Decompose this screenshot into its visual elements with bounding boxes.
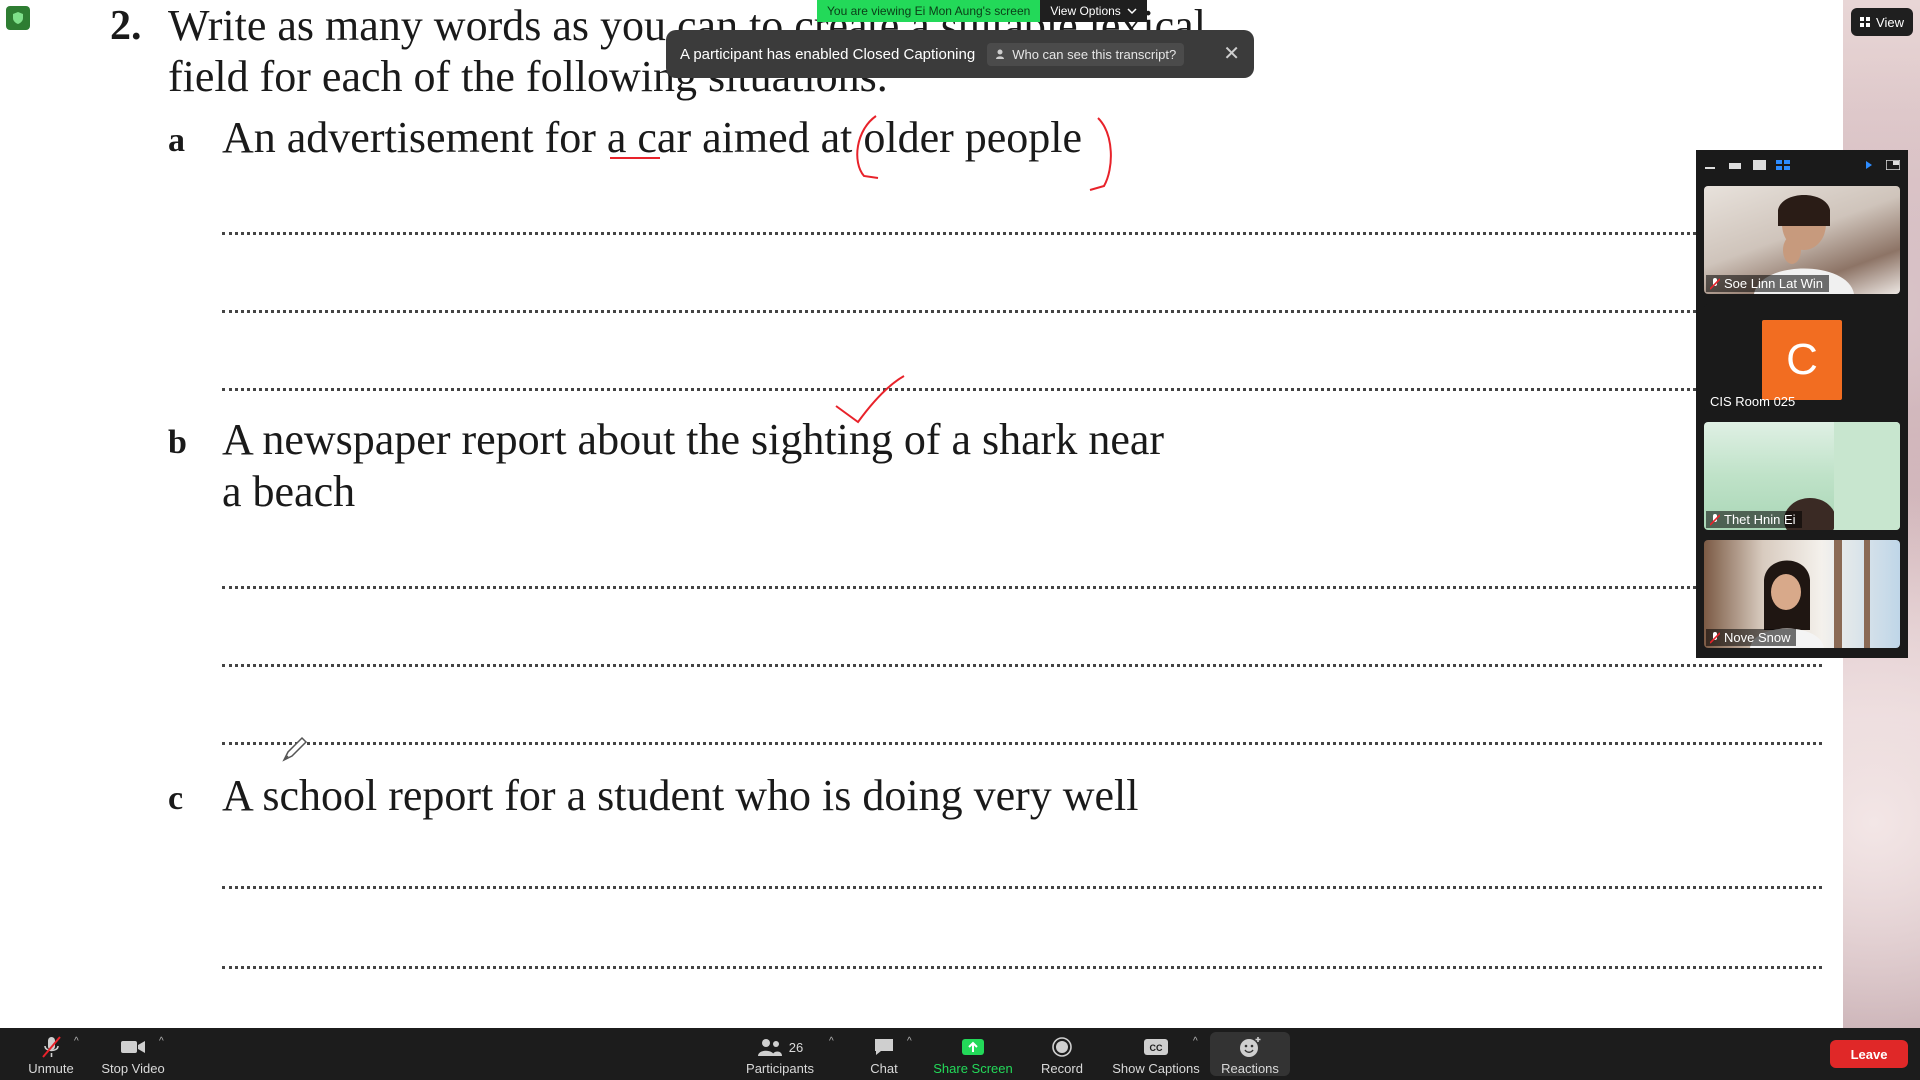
mic-muted-icon (1710, 513, 1720, 526)
record-button[interactable]: Record (1036, 1032, 1088, 1076)
mic-muted-icon (1710, 277, 1720, 290)
shared-screen: 2. Write as many words as you can to cre… (0, 0, 1843, 1028)
pop-out-icon[interactable] (1886, 160, 1900, 170)
participant-name-tag: CIS Room 025 (1706, 393, 1801, 410)
record-icon (1052, 1037, 1072, 1057)
stop-video-label: Stop Video (101, 1061, 165, 1076)
viewing-banner: You are viewing Ei Mon Aung's screen Vie… (817, 0, 1147, 22)
gallery-view-icon[interactable] (1776, 160, 1790, 170)
meeting-toolbar: Unmute ^ Stop Video ^ 26 Participants ^ … (0, 1028, 1920, 1080)
caption-toast-message: A participant has enabled Closed Caption… (680, 45, 976, 63)
answer-line (222, 310, 1696, 313)
share-screen-icon (962, 1039, 984, 1055)
view-options-label: View Options (1050, 4, 1121, 18)
mic-muted-icon (42, 1036, 61, 1058)
pen-cursor-icon (282, 736, 308, 762)
participant-name-tag: Nove Snow (1706, 629, 1797, 646)
question-number: 2. (110, 3, 142, 49)
participants-options-caret[interactable]: ^ (829, 1036, 834, 1047)
answer-line (222, 742, 1822, 745)
person-lock-icon (996, 49, 1005, 59)
participant-tile[interactable]: Thet Hnin Ei (1704, 422, 1900, 530)
chat-options-caret[interactable]: ^ (907, 1036, 912, 1047)
answer-line (222, 966, 1822, 969)
video-gallery-panel: Soe Linn Lat Win C CIS Room 025 Thet Hni… (1696, 150, 1908, 658)
chat-label: Chat (870, 1061, 898, 1076)
stop-video-button[interactable]: Stop Video (98, 1032, 168, 1076)
participant-name: CIS Room 025 (1710, 394, 1796, 409)
share-screen-label: Share Screen (933, 1061, 1013, 1076)
reactions-label: Reactions (1221, 1061, 1279, 1076)
unmute-label: Unmute (28, 1061, 74, 1076)
item-b-line-2: a beach (222, 467, 356, 516)
answer-line (222, 886, 1822, 889)
item-b-letter: b (168, 424, 187, 461)
participants-label: Participants (746, 1061, 814, 1076)
unmute-button[interactable]: Unmute (20, 1032, 82, 1076)
video-options-caret[interactable]: ^ (159, 1036, 164, 1047)
captions-options-caret[interactable]: ^ (1193, 1036, 1198, 1047)
answer-line (222, 388, 1696, 391)
participant-name-tag: Thet Hnin Ei (1706, 511, 1802, 528)
mic-muted-icon (1710, 631, 1720, 644)
view-options-button[interactable]: View Options (1040, 0, 1147, 22)
show-captions-button[interactable]: CC Show Captions (1108, 1032, 1204, 1076)
reactions-button[interactable]: Reactions (1210, 1032, 1290, 1076)
answer-line (222, 232, 1696, 235)
participant-tile[interactable]: Soe Linn Lat Win (1704, 186, 1900, 294)
participant-name-tag: Soe Linn Lat Win (1706, 275, 1830, 292)
participant-name: Soe Linn Lat Win (1724, 276, 1824, 291)
item-b-line-1: A newspaper report about the sighting of… (222, 415, 1165, 464)
answer-line (222, 664, 1822, 667)
annotation-right-bracket (1089, 117, 1112, 191)
participant-name: Thet Hnin Ei (1724, 512, 1796, 527)
participant-avatar: C (1762, 320, 1842, 400)
chat-button[interactable]: Chat (864, 1032, 904, 1076)
leave-button[interactable]: Leave (1830, 1040, 1908, 1068)
item-c-text: A school report for a student who is doi… (222, 771, 1139, 820)
closed-captions-icon: CC (1144, 1039, 1168, 1055)
next-page-icon[interactable] (1862, 160, 1876, 170)
show-captions-label: Show Captions (1112, 1061, 1200, 1076)
item-a-letter: a (168, 122, 185, 159)
record-label: Record (1041, 1061, 1083, 1076)
close-icon[interactable]: ✕ (1223, 44, 1240, 64)
item-b-text: A newspaper report about the sighting of… (222, 414, 1164, 518)
chevron-down-icon (1127, 8, 1137, 15)
audio-options-caret[interactable]: ^ (74, 1036, 79, 1047)
svg-text:CC: CC (1150, 1043, 1163, 1053)
view-button-label: View (1876, 14, 1904, 30)
item-c-letter: c (168, 780, 184, 817)
encryption-shield-icon[interactable] (6, 6, 30, 30)
view-button[interactable]: View (1851, 8, 1913, 36)
item-a-text: An advertisement for a car aimed at olde… (222, 113, 1083, 162)
closed-caption-toast: A participant has enabled Closed Caption… (666, 30, 1254, 78)
smiley-plus-icon (1240, 1037, 1261, 1057)
viewing-text: You are viewing Ei Mon Aung's screen (817, 0, 1041, 22)
participants-icon (757, 1039, 782, 1056)
participant-tile[interactable]: Nove Snow (1704, 540, 1900, 648)
gallery-toolbar (1696, 150, 1908, 180)
minimize-icon[interactable] (1704, 160, 1718, 170)
video-camera-icon (121, 1041, 145, 1053)
participant-name: Nove Snow (1724, 630, 1791, 645)
participants-button[interactable]: 26 Participants (740, 1032, 820, 1076)
participant-tile[interactable]: C CIS Room 025 (1704, 304, 1900, 412)
speaker-view-icon[interactable] (1752, 160, 1766, 170)
participants-count: 26 (788, 1039, 804, 1055)
who-can-see-transcript-button[interactable]: Who can see this transcript? (987, 42, 1185, 66)
who-can-see-label: Who can see this transcript? (1012, 46, 1177, 62)
grid-icon (1860, 16, 1871, 27)
hide-video-icon[interactable] (1728, 160, 1742, 170)
answer-line (222, 586, 1696, 589)
share-screen-button[interactable]: Share Screen (930, 1032, 1016, 1076)
chat-icon (875, 1039, 893, 1055)
